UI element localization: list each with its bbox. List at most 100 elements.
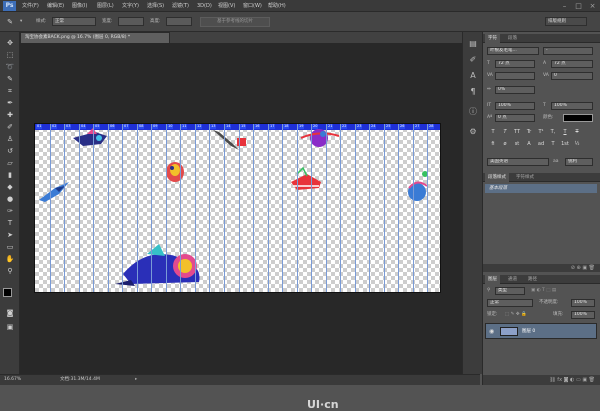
paragraph-panel-icon[interactable]: ¶ <box>467 86 479 98</box>
slice-divider[interactable] <box>297 124 298 292</box>
move-tool-icon[interactable]: ✥ <box>4 38 16 48</box>
slice-label[interactable]: 21 <box>327 124 334 129</box>
leading-input[interactable]: 72 点 <box>551 60 593 68</box>
menu-layer[interactable]: 图层(L) <box>97 0 114 12</box>
workspace-select[interactable]: 排版规则 <box>545 17 587 26</box>
status-menu-arrow-icon[interactable]: ▸ <box>135 375 137 385</box>
dodge-tool-icon[interactable]: ● <box>4 194 16 204</box>
slice-divider[interactable] <box>355 124 356 292</box>
menu-edit[interactable]: 编辑(E) <box>47 0 64 12</box>
slice-label[interactable]: 20 <box>312 124 319 129</box>
slice-divider[interactable] <box>413 124 414 292</box>
swash-button[interactable]: A <box>525 140 533 148</box>
alt-glyph-button[interactable]: ø <box>501 140 509 148</box>
slice-divider[interactable] <box>137 124 138 292</box>
marquee-tool-icon[interactable]: ⬚ <box>4 50 16 60</box>
slice-divider[interactable] <box>239 124 240 292</box>
quick-mask-icon[interactable]: ◙ <box>4 308 16 318</box>
blur-tool-icon[interactable]: ◆ <box>4 182 16 192</box>
style-select[interactable]: 正常 <box>52 17 96 26</box>
slice-divider[interactable] <box>384 124 385 292</box>
slice-label[interactable]: 10 <box>167 124 174 129</box>
menu-filter[interactable]: 滤镜(T) <box>172 0 189 12</box>
slice-label[interactable]: 22 <box>341 124 348 129</box>
zoom-tool-icon[interactable]: ⚲ <box>4 266 16 276</box>
document-canvas[interactable]: 01 02 03 04 05 06 07 08 09 10 11 12 13 14 15 16 17 18 19 20… <box>34 123 441 293</box>
font-family-select[interactable]: 叶根友毛笔... <box>487 47 539 55</box>
slice-divider[interactable] <box>340 124 341 292</box>
menu-select[interactable]: 选择(S) <box>147 0 164 12</box>
blend-mode-select[interactable]: 正常 <box>487 299 533 307</box>
info-panel-icon[interactable]: ⓘ <box>467 106 479 118</box>
menu-view[interactable]: 视图(V) <box>218 0 235 12</box>
brush-tool-icon[interactable]: ✐ <box>4 122 16 132</box>
tab-paragraph-styles[interactable]: 段落样式 <box>485 173 509 182</box>
menu-help[interactable]: 帮助(H) <box>268 0 286 12</box>
font-size-input[interactable]: 72 点 <box>495 60 535 68</box>
slice-label[interactable]: 03 <box>65 124 72 129</box>
slice-label[interactable]: 27 <box>414 124 421 129</box>
underline-button[interactable]: T <box>561 128 569 136</box>
slice-divider[interactable] <box>122 124 123 292</box>
font-style-select[interactable]: - <box>543 47 593 55</box>
horizontal-scale-input[interactable]: 100% <box>551 102 593 110</box>
tab-paths[interactable]: 路径 <box>525 275 540 284</box>
slice-label[interactable]: 26 <box>399 124 406 129</box>
eraser-tool-icon[interactable]: ▱ <box>4 158 16 168</box>
menu-file[interactable]: 文件(F) <box>22 0 39 12</box>
tab-character-styles[interactable]: 字符样式 <box>513 173 537 182</box>
titling-button[interactable]: T <box>549 140 557 148</box>
shape-tool-icon[interactable]: ▭ <box>4 242 16 252</box>
menu-image[interactable]: 图像(I) <box>72 0 87 12</box>
slice-divider[interactable] <box>282 124 283 292</box>
document-tab[interactable]: 淘宝协会素BACK.png @ 16.7% (图层 0, RGB/8) * <box>20 32 170 43</box>
tab-paragraph[interactable]: 段落 <box>505 34 520 43</box>
slice-label[interactable]: 13 <box>210 124 217 129</box>
scale-input[interactable]: 0% <box>495 86 535 94</box>
slice-divider[interactable] <box>166 124 167 292</box>
filter-buttons[interactable]: ▣ ◐ T ⬚ ▤ <box>531 287 556 295</box>
slice-label[interactable]: 02 <box>51 124 58 129</box>
height-input[interactable] <box>166 17 192 26</box>
tracking-input[interactable]: 0 <box>551 72 593 80</box>
menu-window[interactable]: 窗口(W) <box>243 0 262 12</box>
screen-mode-icon[interactable]: ▣ <box>4 322 16 332</box>
hand-tool-icon[interactable]: ✋ <box>4 254 16 264</box>
healing-tool-icon[interactable]: ✚ <box>4 110 16 120</box>
slice-label[interactable]: 28 <box>428 124 435 129</box>
crop-tool-icon[interactable]: ⌗ <box>4 86 16 96</box>
slice-label[interactable]: 25 <box>385 124 392 129</box>
text-color-swatch[interactable] <box>563 114 593 122</box>
history-brush-tool-icon[interactable]: ↺ <box>4 146 16 156</box>
vertical-scale-input[interactable]: 100% <box>495 102 535 110</box>
slice-divider[interactable] <box>427 124 428 292</box>
foreground-color-swatch[interactable] <box>3 288 12 297</box>
slice-divider[interactable] <box>151 124 152 292</box>
slice-divider[interactable] <box>50 124 51 292</box>
maximize-button[interactable]: □ <box>574 2 583 10</box>
kerning-input[interactable] <box>495 72 535 80</box>
close-button[interactable]: × <box>588 2 597 10</box>
menu-type[interactable]: 文字(Y) <box>122 0 139 12</box>
settings-icon[interactable]: ⚙ <box>467 126 479 138</box>
brush-panel-icon[interactable]: ✐ <box>467 54 479 66</box>
path-select-tool-icon[interactable]: ➤ <box>4 230 16 240</box>
stylistic-button[interactable]: ad <box>537 140 545 148</box>
slice-divider[interactable] <box>268 124 269 292</box>
slice-divider[interactable] <box>195 124 196 292</box>
slice-divider[interactable] <box>108 124 109 292</box>
eyedropper-tool-icon[interactable]: ✒ <box>4 98 16 108</box>
slice-divider[interactable] <box>93 124 94 292</box>
stamp-tool-icon[interactable]: ♙ <box>4 134 16 144</box>
opacity-input[interactable]: 100% <box>571 299 595 307</box>
lock-buttons[interactable]: ⬚ ✎ ✥ 🔒 <box>505 311 527 319</box>
layer-filter-select[interactable]: 类型 <box>495 287 525 295</box>
slice-divider[interactable] <box>64 124 65 292</box>
visibility-eye-icon[interactable]: ◉ <box>489 327 494 336</box>
language-select[interactable]: 美国英语 <box>487 158 549 166</box>
slice-label[interactable]: 18 <box>283 124 290 129</box>
slice-divider[interactable] <box>180 124 181 292</box>
ligature-button[interactable]: fi <box>489 140 497 148</box>
slice-label[interactable]: 15 <box>240 124 247 129</box>
slice-divider[interactable] <box>326 124 327 292</box>
